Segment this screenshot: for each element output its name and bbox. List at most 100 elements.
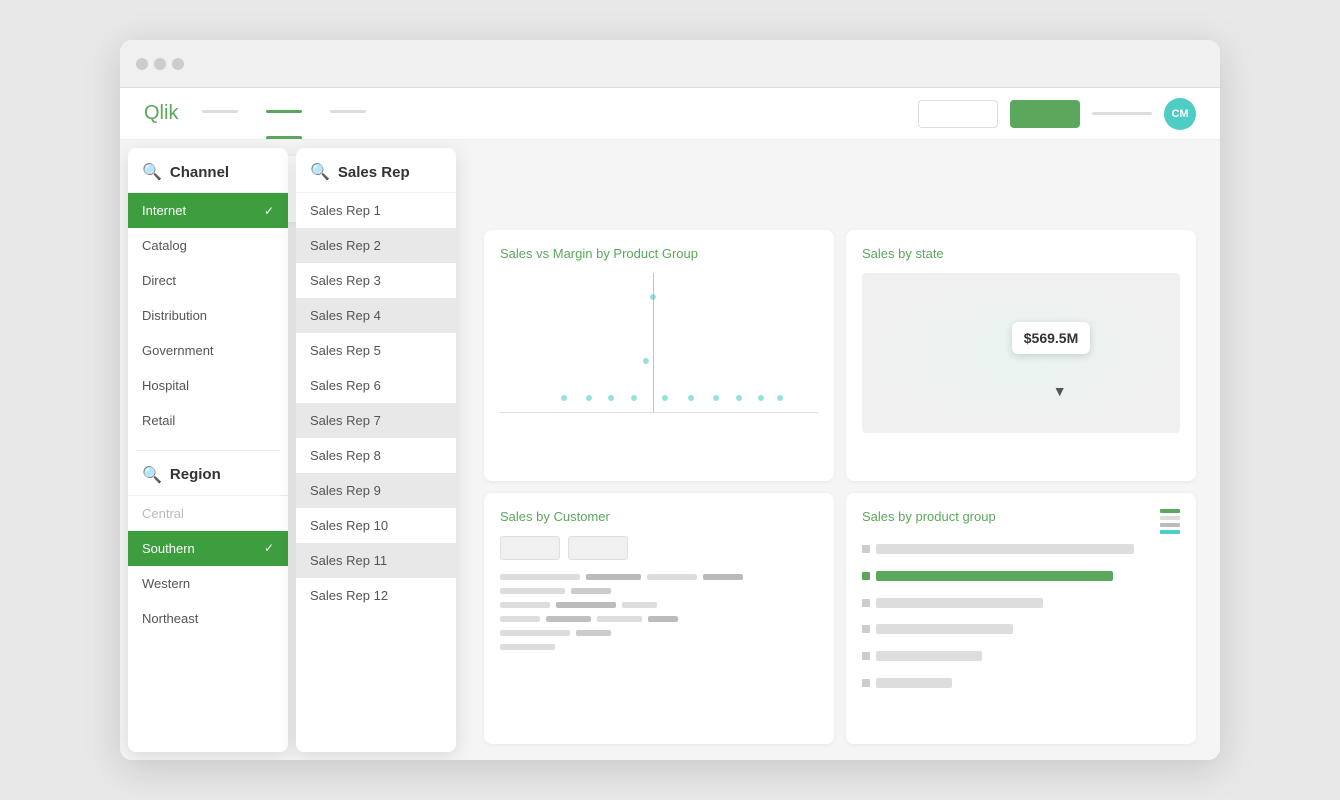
channel-search-icon: 🔍 bbox=[142, 162, 162, 182]
customer-bar-value bbox=[576, 630, 611, 636]
product-bar-container bbox=[876, 598, 1180, 608]
channel-item-label: Catalog bbox=[142, 238, 187, 253]
channel-item-label: Retail bbox=[142, 413, 175, 428]
product-area bbox=[862, 536, 1180, 696]
customer-filter-boxes bbox=[500, 536, 818, 560]
product-row bbox=[862, 544, 1180, 554]
scatter-area bbox=[500, 273, 818, 433]
legend-item-teal bbox=[1160, 530, 1180, 534]
sales-rep-item-4[interactable]: Sales Rep 4 bbox=[296, 298, 456, 333]
sales-rep-filter-title: Sales Rep bbox=[338, 164, 410, 181]
region-item-northeast[interactable]: Northeast bbox=[128, 601, 288, 636]
channel-item-government[interactable]: Government bbox=[128, 333, 288, 368]
nav-search-box[interactable] bbox=[918, 100, 998, 128]
browser-window: Qlik CM Sales $ 4.02M bbox=[120, 40, 1220, 760]
product-bar-container bbox=[876, 651, 1180, 661]
scatter-dot bbox=[758, 395, 764, 401]
nav-tab-1[interactable] bbox=[202, 88, 238, 139]
nav-bar: Qlik CM bbox=[120, 88, 1220, 140]
sales-rep-item-2[interactable]: Sales Rep 2 bbox=[296, 228, 456, 263]
product-row bbox=[862, 598, 1180, 608]
sales-rep-item-9[interactable]: Sales Rep 9 bbox=[296, 473, 456, 508]
customer-box-2[interactable] bbox=[568, 536, 628, 560]
channel-item-label: Direct bbox=[142, 273, 176, 288]
main-content: Sales $ 4.02M Margin 1.65M Sales vs Marg… bbox=[120, 140, 1220, 760]
nav-tab-line-3 bbox=[330, 110, 366, 113]
nav-tab-line-2 bbox=[266, 110, 302, 113]
region-item-central[interactable]: Central bbox=[128, 496, 288, 531]
customer-bar-row bbox=[500, 616, 818, 622]
nav-green-button[interactable] bbox=[1010, 100, 1080, 128]
customer-bar-value2 bbox=[648, 616, 678, 622]
scatter-dot bbox=[777, 395, 783, 401]
chart-card-sales-state: Sales by state $569.5M bbox=[846, 230, 1196, 481]
channel-item-internet[interactable]: Internet ✓ bbox=[128, 193, 288, 228]
product-label-box bbox=[862, 545, 870, 553]
sales-rep-item-12[interactable]: Sales Rep 12 bbox=[296, 578, 456, 613]
channel-item-hospital[interactable]: Hospital bbox=[128, 368, 288, 403]
channel-filter-header: 🔍 Channel bbox=[128, 148, 288, 193]
scatter-dot bbox=[662, 395, 668, 401]
app-logo: Qlik bbox=[144, 102, 178, 125]
region-item-label: Northeast bbox=[142, 611, 198, 626]
region-item-western[interactable]: Western bbox=[128, 566, 288, 601]
chart-card-sales-customer: Sales by Customer bbox=[484, 493, 834, 744]
sales-rep-item-8[interactable]: Sales Rep 8 bbox=[296, 438, 456, 473]
sales-rep-item-3[interactable]: Sales Rep 3 bbox=[296, 263, 456, 298]
product-bar bbox=[876, 598, 1043, 608]
product-bar-container bbox=[876, 571, 1180, 581]
product-bar-container bbox=[876, 624, 1180, 634]
sales-rep-item-5[interactable]: Sales Rep 5 bbox=[296, 333, 456, 368]
customer-bar-row bbox=[500, 602, 818, 608]
customer-bar-label bbox=[500, 616, 540, 622]
scatter-dot bbox=[586, 395, 592, 401]
nav-line bbox=[1092, 112, 1152, 115]
scatter-dot bbox=[713, 395, 719, 401]
customer-bar-row bbox=[500, 574, 818, 580]
channel-item-distribution[interactable]: Distribution bbox=[128, 298, 288, 333]
region-item-southern[interactable]: Southern ✓ bbox=[128, 531, 288, 566]
sales-rep-filter-panel: 🔍 Sales Rep Sales Rep 1 Sales Rep 2 Sale… bbox=[296, 148, 456, 752]
channel-item-direct[interactable]: Direct bbox=[128, 263, 288, 298]
channel-item-catalog[interactable]: Catalog bbox=[128, 228, 288, 263]
map-area: $569.5M bbox=[862, 273, 1180, 433]
scatter-dot bbox=[561, 395, 567, 401]
chart-title-sales-margin: Sales vs Margin by Product Group bbox=[500, 246, 818, 261]
channel-item-retail[interactable]: Retail bbox=[128, 403, 288, 438]
product-row bbox=[862, 651, 1180, 661]
chart-title-sales-product: Sales by product group bbox=[862, 509, 1180, 524]
customer-bar-row bbox=[500, 630, 818, 636]
product-bar bbox=[876, 651, 982, 661]
product-bar bbox=[876, 624, 1013, 634]
traffic-light-close[interactable] bbox=[136, 58, 148, 70]
mini-legend bbox=[1160, 509, 1180, 534]
customer-bar-row bbox=[500, 588, 818, 594]
product-bar bbox=[876, 571, 1113, 581]
sales-rep-item-10[interactable]: Sales Rep 10 bbox=[296, 508, 456, 543]
scatter-line-horizontal bbox=[500, 412, 818, 413]
product-row bbox=[862, 624, 1180, 634]
region-item-label: Western bbox=[142, 576, 190, 591]
dashboard-grid: Sales vs Margin by Product Group bbox=[460, 230, 1220, 760]
product-bar-container bbox=[876, 544, 1180, 554]
sales-rep-item-1[interactable]: Sales Rep 1 bbox=[296, 193, 456, 228]
avatar[interactable]: CM bbox=[1164, 98, 1196, 130]
sales-rep-item-6[interactable]: Sales Rep 6 bbox=[296, 368, 456, 403]
scatter-dot bbox=[643, 358, 649, 364]
sales-rep-item-7[interactable]: Sales Rep 7 bbox=[296, 403, 456, 438]
product-bar bbox=[876, 544, 1134, 554]
nav-tab-2[interactable] bbox=[266, 88, 302, 139]
channel-filter-title: Channel bbox=[170, 164, 229, 181]
product-bar bbox=[876, 678, 952, 688]
traffic-light-maximize[interactable] bbox=[172, 58, 184, 70]
legend-item-light bbox=[1160, 523, 1180, 527]
sales-rep-filter-header: 🔍 Sales Rep bbox=[296, 148, 456, 193]
sales-rep-item-11[interactable]: Sales Rep 11 bbox=[296, 543, 456, 578]
traffic-light-minimize[interactable] bbox=[154, 58, 166, 70]
customer-box-1[interactable] bbox=[500, 536, 560, 560]
product-row bbox=[862, 678, 1180, 688]
product-label-box bbox=[862, 625, 870, 633]
nav-tab-3[interactable] bbox=[330, 88, 366, 139]
legend-item-gray bbox=[1160, 516, 1180, 520]
customer-bar-label2 bbox=[647, 574, 697, 580]
